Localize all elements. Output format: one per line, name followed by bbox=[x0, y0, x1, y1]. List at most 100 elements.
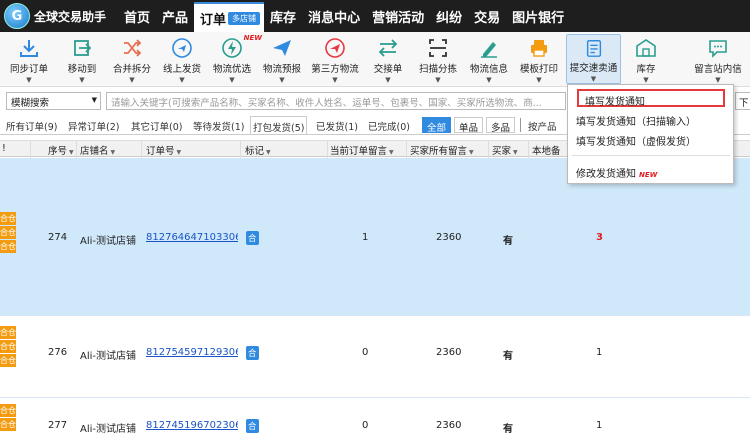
logistics-forecast-button[interactable]: 物流预报 ▼ bbox=[260, 34, 304, 84]
row-buyer: 有 bbox=[503, 424, 513, 435]
tab-product-single[interactable]: 单品 bbox=[454, 117, 484, 134]
message-button[interactable]: 留言站内信 ▼ bbox=[690, 34, 746, 84]
row-local-note: 1 bbox=[596, 420, 603, 431]
chevron-down-icon: ▼ bbox=[435, 76, 441, 84]
menu-fill-ship-notice-fake[interactable]: 填写发货通知（虚假发货） bbox=[576, 133, 696, 148]
sort-icon: ▼ bbox=[110, 149, 116, 156]
toolbar: 同步订单 ▼ 移动到 ▼ 合并拆分 ▼ 线上发货 ▼ 物流优选 ▼ NEW 物流… bbox=[0, 32, 750, 87]
shuffle-icon bbox=[124, 39, 142, 57]
app-logo[interactable]: G 全球交易助手 bbox=[0, 0, 118, 32]
tag-stack: 合仓 合仓 合仓 bbox=[0, 326, 16, 368]
tab-all-orders[interactable]: 所有订单(9) bbox=[4, 116, 59, 134]
sort-icon: ▼ bbox=[469, 149, 474, 156]
row-order-link[interactable]: 812754597129306 bbox=[146, 347, 238, 358]
menu-divider bbox=[572, 155, 730, 156]
tab-product-multi[interactable]: 多品 bbox=[486, 117, 516, 134]
plane-red-icon bbox=[325, 38, 345, 58]
right-select[interactable]: 下 bbox=[735, 92, 750, 110]
tab-abnormal-orders[interactable]: 异常订单(2) bbox=[66, 116, 121, 134]
chevron-down-icon: ▼ bbox=[590, 75, 597, 83]
swap-icon bbox=[378, 39, 398, 57]
row-current-msg: 0 bbox=[362, 420, 369, 431]
nav-transactions[interactable]: 交易 bbox=[468, 0, 506, 32]
row-all-msg: 2360 bbox=[436, 420, 462, 431]
menu-modify-ship-notice[interactable]: 修改发货通知 NEW bbox=[576, 165, 657, 180]
nav-orders[interactable]: 订单 多店铺 bbox=[194, 2, 265, 32]
third-party-logistics-button[interactable]: 第三方物流 ▼ bbox=[308, 34, 362, 84]
search-input[interactable]: 请输入关键字(可搜索产品名称、买家名称、收件人姓名、运单号、包裹号、国家、买家所… bbox=[106, 92, 566, 110]
submit-dropdown-menu: 填写发货通知 填写发货通知（扫描输入） 填写发货通知（虚假发货） 修改发货通知 N… bbox=[567, 84, 734, 184]
tab-pack-ship[interactable]: 打包发货(5) bbox=[250, 116, 308, 134]
table-row[interactable]: 合仓 合仓 277 Ali-测试店铺 812745196702306 合 0 2… bbox=[0, 398, 750, 441]
submit-aliexpress-button[interactable]: 提交速卖通 ▼ bbox=[566, 34, 621, 84]
scan-icon bbox=[429, 39, 447, 57]
new-badge: NEW bbox=[639, 171, 658, 179]
col-alert[interactable]: ! bbox=[2, 143, 6, 154]
col-local-note[interactable]: 本地备 bbox=[532, 143, 561, 157]
table-row[interactable]: 合仓 合仓 合仓 276 Ali-测试店铺 812754597129306 合 … bbox=[0, 316, 750, 398]
row-seq: 276 bbox=[48, 347, 68, 358]
col-shop[interactable]: 店铺名 ▼ bbox=[80, 143, 115, 157]
merge-split-button[interactable]: 合并拆分 ▼ bbox=[110, 34, 154, 84]
inventory-button[interactable]: 库存 ▼ bbox=[626, 34, 666, 84]
search-mode-select[interactable]: 模糊搜索 ▼ bbox=[6, 92, 101, 110]
nav-marketing[interactable]: 营销活动 bbox=[366, 0, 430, 32]
sort-icon: ▼ bbox=[513, 149, 518, 156]
pen-icon bbox=[481, 42, 497, 58]
template-print-button[interactable]: 模板打印 ▼ bbox=[516, 34, 562, 84]
col-mark[interactable]: 标记 ▼ bbox=[245, 143, 271, 157]
row-order-link[interactable]: 812764647103306 bbox=[146, 232, 238, 243]
nav-disputes[interactable]: 纠纷 bbox=[430, 0, 468, 32]
tab-shipped[interactable]: 已发货(1) bbox=[314, 116, 360, 134]
row-local-note: 1 bbox=[596, 347, 603, 358]
online-ship-button[interactable]: 线上发货 ▼ bbox=[160, 34, 204, 84]
merge-badge: 合 bbox=[246, 346, 259, 360]
sort-icon: ▼ bbox=[266, 149, 271, 156]
scan-sort-button[interactable]: 扫描分拣 ▼ bbox=[414, 34, 462, 84]
row-order-link[interactable]: 812745196702306 bbox=[146, 420, 238, 431]
col-current-msg[interactable]: 当前订单留言 ▼ bbox=[330, 143, 394, 157]
bolt-icon bbox=[222, 38, 242, 58]
row-seq: 277 bbox=[48, 420, 68, 431]
row-current-msg: 1 bbox=[362, 232, 369, 243]
plane-icon bbox=[172, 38, 192, 58]
chevron-down-icon: ▼ bbox=[26, 76, 32, 84]
row-shop: Ali-测试店铺 bbox=[80, 236, 137, 247]
nav-messages[interactable]: 消息中心 bbox=[302, 0, 366, 32]
paper-plane-icon bbox=[273, 40, 291, 56]
logistics-preferred-button[interactable]: 物流优选 ▼ NEW bbox=[210, 34, 262, 84]
col-seq[interactable]: 序号 ▼ bbox=[48, 143, 74, 157]
nav-orders-label: 订单 bbox=[200, 12, 227, 28]
warehouse-tag: 合仓 bbox=[0, 404, 16, 417]
tab-completed[interactable]: 已完成(0) bbox=[366, 116, 412, 134]
col-order-no[interactable]: 订单号 ▼ bbox=[146, 143, 181, 157]
row-all-msg: 2360 bbox=[436, 347, 462, 358]
chevron-down-icon: ▼ bbox=[715, 76, 721, 84]
multi-store-badge: 多店铺 bbox=[228, 11, 261, 25]
warehouse-tag: 合仓 bbox=[0, 354, 16, 367]
chevron-down-icon: ▼ bbox=[385, 76, 391, 84]
menu-fill-ship-notice[interactable]: 填写发货通知 bbox=[577, 89, 725, 108]
col-all-msg[interactable]: 买家所有留言 ▼ bbox=[410, 143, 474, 157]
nav-inventory[interactable]: 库存 bbox=[264, 0, 302, 32]
tab-awaiting-shipment[interactable]: 等待发货(1) bbox=[191, 116, 246, 134]
row-buyer: 有 bbox=[503, 236, 513, 247]
logistics-info-button[interactable]: 物流信息 ▼ bbox=[466, 34, 512, 84]
warehouse-tag: 合仓 bbox=[0, 418, 16, 431]
move-to-button[interactable]: 移动到 ▼ bbox=[60, 34, 104, 84]
warehouse-tag: 合仓 bbox=[0, 240, 16, 253]
nav-image-bank[interactable]: 图片银行 bbox=[506, 0, 570, 32]
menu-fill-ship-notice-scan[interactable]: 填写发货通知（扫描输入） bbox=[576, 113, 696, 128]
col-buyer[interactable]: 买家 ▼ bbox=[492, 143, 518, 157]
handover-button[interactable]: 交接单 ▼ bbox=[368, 34, 408, 84]
warehouse-tag: 合仓 bbox=[0, 326, 16, 339]
sync-orders-button[interactable]: 同步订单 ▼ bbox=[6, 34, 52, 84]
nav-home[interactable]: 首页 bbox=[118, 0, 156, 32]
warehouse-tag: 合仓 bbox=[0, 212, 16, 225]
nav-products[interactable]: 产品 bbox=[156, 0, 194, 32]
tab-by-product[interactable]: 按产品 bbox=[526, 116, 559, 134]
chat-icon bbox=[709, 40, 727, 58]
tab-other-orders[interactable]: 其它订单(0) bbox=[129, 116, 184, 134]
chevron-down-icon: ▼ bbox=[79, 76, 85, 84]
tab-product-all[interactable]: 全部 bbox=[422, 117, 452, 134]
